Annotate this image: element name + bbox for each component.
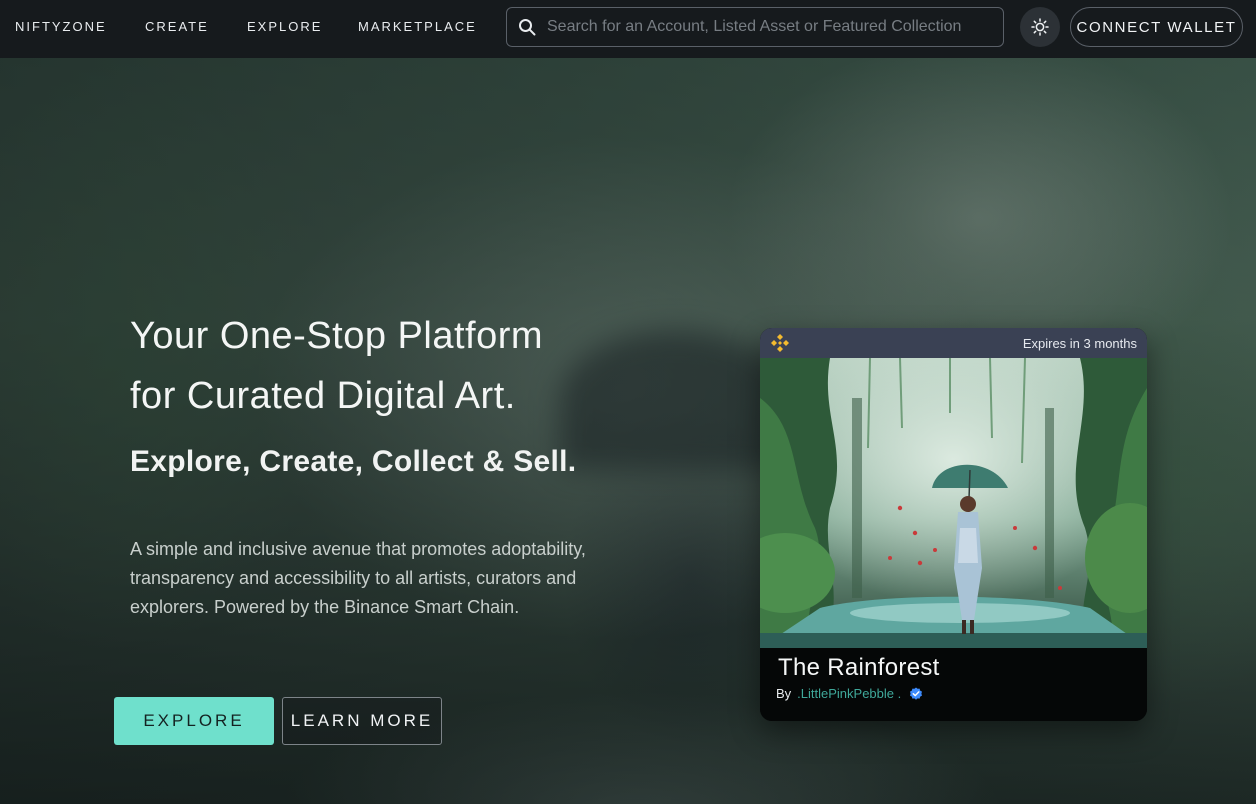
nav-link-marketplace[interactable]: MARKETPLACE <box>358 19 477 34</box>
nav-link-explore[interactable]: EXPLORE <box>247 19 322 34</box>
card-expiry-text: Expires in 3 months <box>1022 336 1137 351</box>
hero-title-line-1: Your One-Stop Platform <box>130 315 544 357</box>
hero-description: A simple and inclusive avenue that promo… <box>130 539 586 617</box>
theme-toggle-button[interactable] <box>1020 7 1060 47</box>
card-by-label: By <box>776 686 792 701</box>
verified-badge-icon <box>910 687 923 700</box>
card-header: Expires in 3 months <box>760 328 1147 358</box>
connect-wallet-button[interactable]: CONNECT WALLET <box>1070 7 1243 47</box>
featured-nft-card[interactable]: Expires in 3 months The Rainforest By .L… <box>760 328 1147 721</box>
search-icon <box>507 7 547 47</box>
card-artwork-image <box>760 358 1147 648</box>
hero-subtitle: Explore, Create, Collect & Sell. <box>130 445 577 478</box>
top-navigation: NIFTYZONE CREATE EXPLORE MARKETPLACE CON… <box>0 0 1256 58</box>
card-creator-row: By .LittlePinkPebble . <box>776 686 923 701</box>
binance-icon <box>771 334 789 352</box>
explore-button[interactable]: EXPLORE <box>114 697 274 745</box>
card-title: The Rainforest <box>778 654 940 681</box>
learn-more-button[interactable]: LEARN MORE <box>282 697 442 745</box>
hero-title-line-2: for Curated Digital Art. <box>130 375 516 417</box>
card-creator-link[interactable]: .LittlePinkPebble . <box>797 686 901 701</box>
nav-link-create[interactable]: CREATE <box>145 19 209 34</box>
search-input[interactable] <box>547 8 1003 46</box>
hero-title: Your One-Stop Platform for Curated Digit… <box>130 306 650 426</box>
sun-icon <box>1031 18 1049 36</box>
brand-logo-link[interactable]: NIFTYZONE <box>15 19 107 34</box>
search-bar <box>506 7 1004 47</box>
